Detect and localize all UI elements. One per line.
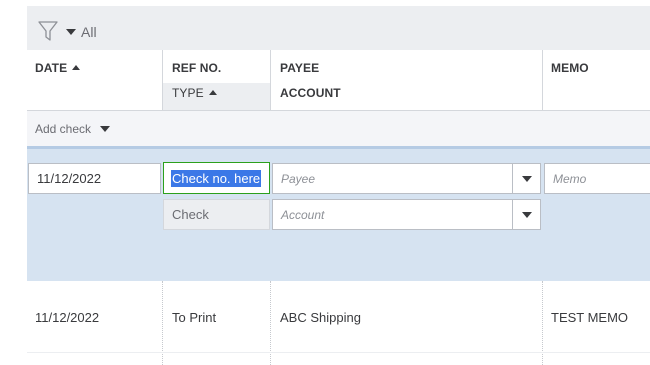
chevron-down-icon bbox=[521, 175, 532, 182]
edit-row-border bbox=[27, 146, 650, 149]
filter-label[interactable]: All bbox=[81, 24, 97, 40]
filter-bar bbox=[27, 6, 650, 50]
column-header-payee[interactable]: PAYEE bbox=[280, 61, 319, 75]
payee-field[interactable]: Payee bbox=[272, 163, 541, 194]
account-dropdown-button[interactable] bbox=[512, 200, 540, 229]
payee-dropdown-button[interactable] bbox=[512, 164, 540, 193]
ref-no-value: Check no. here bbox=[171, 169, 262, 187]
account-placeholder: Account bbox=[281, 207, 325, 222]
row-memo[interactable]: TEST MEMO bbox=[551, 310, 628, 325]
add-check-dropdown[interactable]: Add check bbox=[35, 122, 111, 136]
column-header-memo[interactable]: MEMO bbox=[551, 61, 589, 75]
sort-ascending-icon bbox=[72, 65, 81, 70]
memo-placeholder: Memo bbox=[553, 171, 587, 186]
column-divider bbox=[270, 50, 271, 111]
column-header-type[interactable]: TYPE bbox=[172, 86, 217, 100]
type-field: Check bbox=[163, 199, 270, 230]
row-divider bbox=[27, 352, 650, 353]
chevron-down-icon bbox=[100, 126, 111, 132]
sort-ascending-icon bbox=[208, 90, 217, 95]
chevron-down-icon bbox=[521, 211, 532, 218]
row-payee[interactable]: ABC Shipping bbox=[280, 310, 361, 325]
column-header-account[interactable]: ACCOUNT bbox=[280, 86, 341, 100]
ref-no-field[interactable]: Check no. here bbox=[163, 162, 270, 194]
chevron-down-icon[interactable] bbox=[66, 29, 76, 35]
column-divider bbox=[162, 50, 163, 111]
date-field[interactable]: 11/12/2022 bbox=[28, 163, 161, 194]
account-field[interactable]: Account bbox=[272, 199, 541, 230]
column-header-date[interactable]: DATE bbox=[35, 61, 81, 75]
add-check-row bbox=[27, 111, 650, 147]
column-header-ref-no[interactable]: REF NO. bbox=[172, 61, 221, 75]
row-date[interactable]: 11/12/2022 bbox=[35, 310, 99, 325]
row-type[interactable]: To Print bbox=[172, 310, 216, 325]
memo-field[interactable]: Memo bbox=[544, 163, 650, 194]
column-divider bbox=[542, 50, 543, 111]
payee-placeholder: Payee bbox=[281, 171, 316, 186]
funnel-icon[interactable] bbox=[38, 20, 58, 42]
